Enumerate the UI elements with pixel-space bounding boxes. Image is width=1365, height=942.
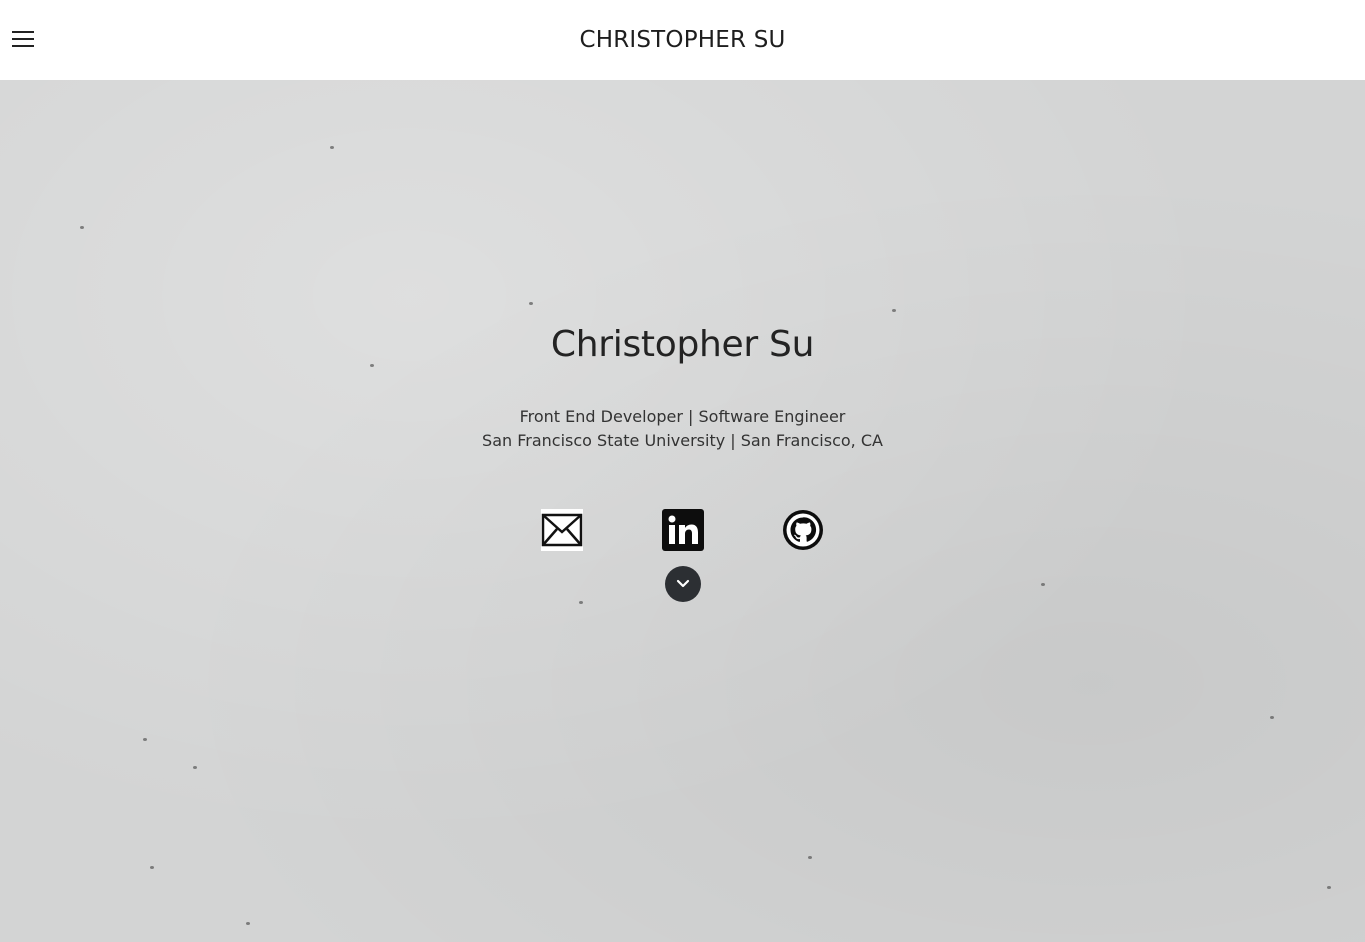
hero-content: Christopher Su Front End Developer | Sof… <box>0 324 1365 453</box>
linkedin-link[interactable] <box>662 509 704 551</box>
site-brand[interactable]: CHRISTOPHER SU <box>579 27 785 53</box>
menu-line <box>12 31 34 33</box>
chevron-down-icon <box>676 579 690 588</box>
menu-line <box>12 38 34 40</box>
hero-title: Christopher Su <box>550 324 815 365</box>
background-speck <box>193 766 197 769</box>
linkedin-icon <box>662 509 704 551</box>
background-speck <box>1041 583 1045 586</box>
background-speck <box>1270 716 1274 719</box>
background-speck <box>246 922 250 925</box>
navbar: CHRISTOPHER SU <box>0 0 1365 80</box>
hero-subtitle-line1: Front End Developer | Software Engineer <box>519 407 846 426</box>
background-speck <box>808 856 812 859</box>
hero-subtitle: Front End Developer | Software Engineer … <box>0 405 1365 453</box>
background-speck <box>1327 886 1331 889</box>
email-link[interactable] <box>541 509 583 551</box>
github-link[interactable] <box>782 509 824 551</box>
background-speck <box>143 738 147 741</box>
background-speck <box>579 601 583 604</box>
social-links <box>0 509 1365 551</box>
background-speck <box>150 866 154 869</box>
hero-subtitle-line2: San Francisco State University | San Fra… <box>482 431 883 450</box>
hero-section: Christopher Su Front End Developer | Sof… <box>0 80 1365 942</box>
background-speck <box>80 226 84 229</box>
github-icon <box>783 510 823 550</box>
menu-line <box>12 45 34 47</box>
background-speck <box>892 309 896 312</box>
scroll-down-button[interactable] <box>665 566 701 602</box>
background-speck <box>529 302 533 305</box>
hamburger-menu-button[interactable] <box>12 29 34 49</box>
background-speck <box>330 146 334 149</box>
email-icon <box>541 509 583 551</box>
